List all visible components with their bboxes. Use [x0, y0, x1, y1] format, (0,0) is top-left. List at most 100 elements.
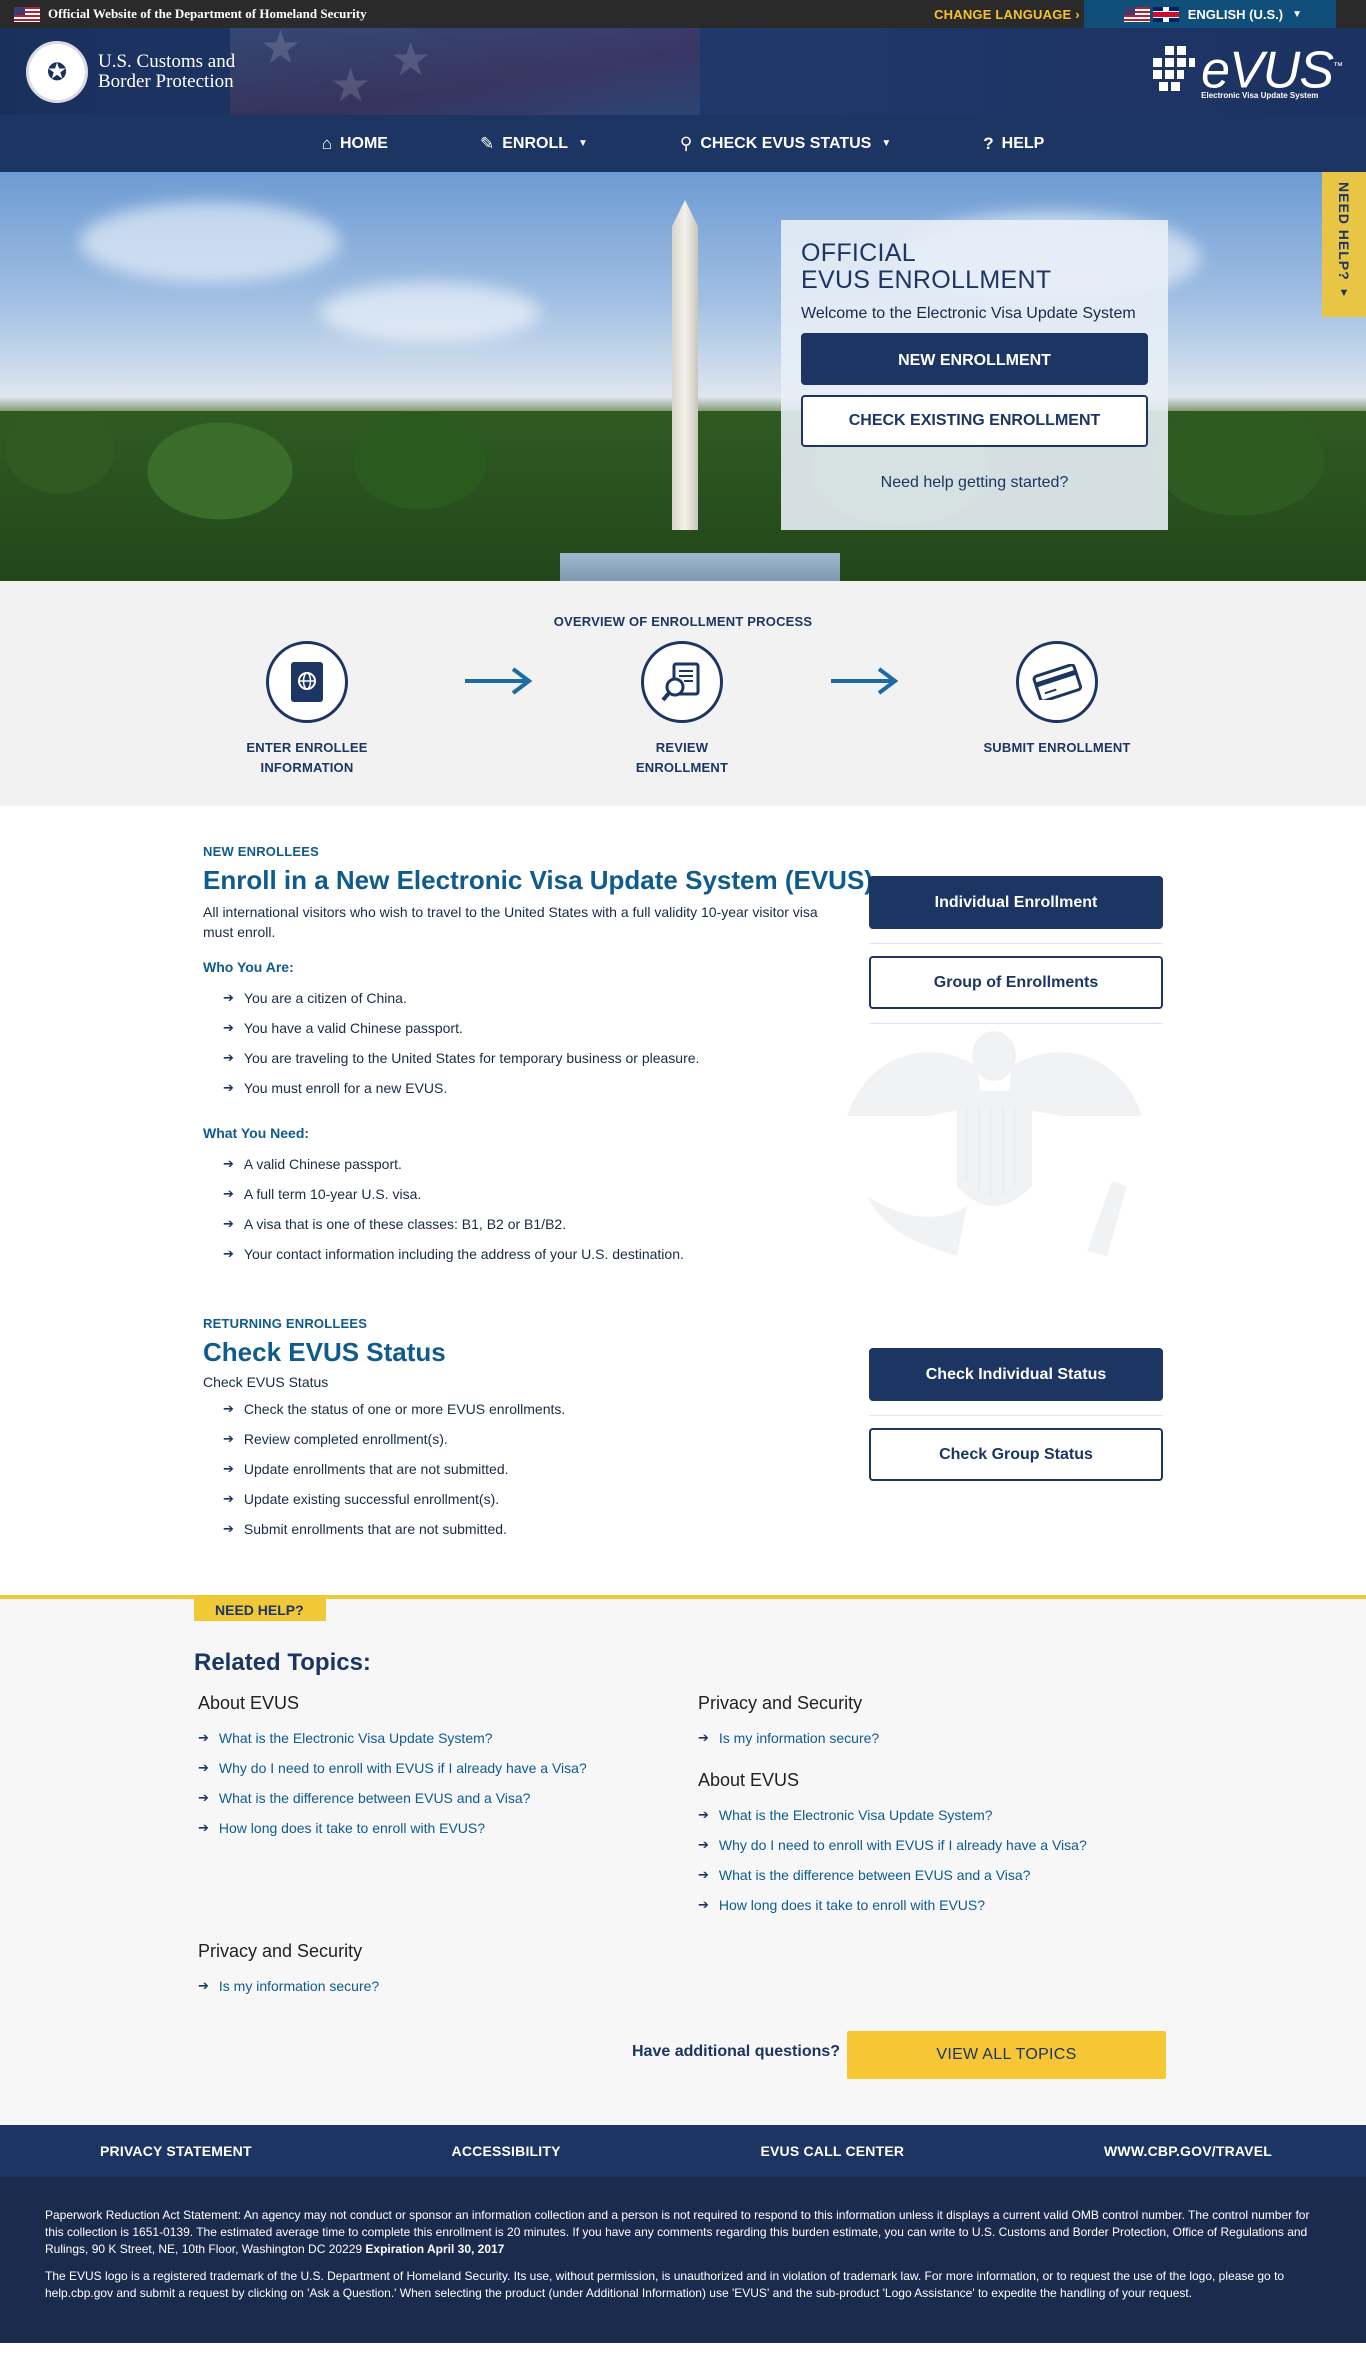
main-nav: ⌂ HOME ✎ ENROLL ▼ ⚲ CHECK EVUS STATUS ▼ …	[0, 115, 1366, 172]
official-site-label: Official Website of the Department of Ho…	[14, 6, 367, 22]
arrow-right-icon: ➔	[223, 1246, 234, 1261]
topic-link[interactable]: ➔ How long does it take to enroll with EV…	[698, 1890, 1138, 1920]
returning-enrollees-eyebrow: RETURNING ENROLLEES	[203, 1316, 368, 1331]
search-icon: ⚲	[679, 133, 693, 153]
uk-flag-icon	[1152, 6, 1179, 22]
individual-enrollment-button[interactable]: Individual Enrollment	[869, 876, 1163, 929]
step-label: SUBMIT ENROLLMENT	[983, 740, 1131, 755]
returning-enrollees-section: RETURNING ENROLLEES Check EVUS Status Ch…	[0, 1316, 1366, 1595]
footer-accessibility-link[interactable]: ACCESSIBILITY	[452, 2143, 561, 2159]
arrow-right-icon: ➔	[198, 1790, 209, 1805]
topic-link[interactable]: ➔ What is the difference between EVUS and…	[698, 1860, 1138, 1890]
what-you-need-list: ➔ A valid Chinese passport. ➔ A full term …	[203, 1149, 1366, 1269]
divider	[869, 1023, 1163, 1024]
check-existing-enrollment-button[interactable]: CHECK EXISTING ENROLLMENT	[801, 395, 1148, 447]
need-help-tab[interactable]: NEED HELP? ▼	[1322, 172, 1366, 317]
change-language-text: CHANGE LANGUAGE	[934, 6, 1072, 22]
change-language-link[interactable]: CHANGE LANGUAGE ›	[934, 7, 1084, 22]
topic-link[interactable]: ➔ Is my information secure?	[698, 1723, 1138, 1753]
arrow-right-icon	[831, 667, 899, 695]
arrow-right-icon: ➔	[223, 1186, 234, 1201]
topic-link[interactable]: ➔ How long does it take to enroll with EV…	[198, 1813, 638, 1843]
star-icon: ★	[260, 28, 302, 73]
step-label: ENTER ENROLLEE INFORMATION	[246, 740, 368, 775]
nav-home-label: HOME	[339, 134, 388, 152]
new-enrollment-button[interactable]: NEW ENROLLMENT	[801, 333, 1148, 385]
footer-call-center-link[interactable]: EVUS CALL CENTER	[760, 2143, 904, 2159]
agency-name: U.S. Customs and Border Protection	[98, 52, 235, 92]
list-item: ➔ A full term 10-year U.S. visa.	[223, 1179, 1366, 1209]
nav-home[interactable]: ⌂ HOME	[276, 134, 434, 154]
list-item: ➔ You are traveling to the United States …	[223, 1043, 1366, 1073]
help-getting-started-link[interactable]: Need help getting started?	[801, 474, 1148, 492]
topic-group-title: Privacy and Security	[198, 1941, 363, 1961]
us-flag-icon	[1123, 6, 1150, 22]
nav-check-status-label: CHECK EVUS STATUS	[700, 134, 872, 152]
check-individual-status-button[interactable]: Check Individual Status	[869, 1348, 1163, 1401]
footer-privacy-link[interactable]: PRIVACY STATEMENT	[100, 2143, 252, 2159]
step-label: REVIEW ENROLLMENT	[635, 740, 729, 775]
star-icon: ★	[330, 59, 372, 111]
need-help-tag: NEED HELP?	[194, 1599, 326, 1621]
change-language-arrow-icon: ›	[1075, 6, 1080, 22]
topics-privacy-security: Privacy and Security ➔ Is my information …	[698, 1693, 1138, 1753]
home-icon: ⌂	[321, 133, 332, 153]
language-value: ENGLISH (U.S.)	[1187, 6, 1284, 22]
paperwork-statement: Paperwork Reduction Act Statement: An ag…	[45, 2208, 1310, 2256]
returning-enrollees-lead: Check EVUS Status	[203, 1374, 329, 1390]
question-circle-icon: ?	[983, 133, 994, 153]
list-item: ➔ Update existing successful enrollment(s…	[223, 1484, 1366, 1514]
cbp-logo[interactable]: ✪ U.S. Customs and Border Protection	[26, 41, 235, 103]
topics-about-evus-secondary: About EVUS ➔ What is the Electronic Visa …	[698, 1770, 1138, 1920]
topic-link[interactable]: ➔ Why do I need to enroll with EVUS if I …	[698, 1830, 1138, 1860]
arrow-right-icon: ➔	[198, 1730, 209, 1745]
arrow-right-icon: ➔	[698, 1867, 709, 1882]
enrollment-card: OFFICIAL EVUS ENROLLMENT Welcome to the …	[781, 220, 1168, 530]
evus-globe-icon	[1145, 40, 1197, 102]
new-enrollees-section: NEW ENROLLEES Enroll in a New Electronic…	[0, 806, 1366, 1316]
footer-links: PRIVACY STATEMENT ACCESSIBILITY EVUS CAL…	[0, 2125, 1366, 2177]
arrow-right-icon: ➔	[223, 1521, 234, 1536]
new-enrollees-title: Enroll in a New Electronic Visa Update S…	[203, 865, 873, 895]
triangle-down-icon: ▼	[1338, 286, 1350, 299]
enrollment-overview: OVERVIEW OF ENROLLMENT PROCESS ENTER ENR…	[0, 581, 1366, 806]
nav-help[interactable]: ? HELP	[937, 134, 1090, 154]
arrow-right-icon: ➔	[223, 1491, 234, 1506]
official-site-text: Official Website of the Department of Ho…	[48, 6, 367, 21]
topics-privacy-security-secondary: Privacy and Security ➔ Is my information …	[198, 1941, 638, 2001]
check-group-status-button[interactable]: Check Group Status	[869, 1428, 1163, 1481]
arrow-right-icon: ➔	[223, 1156, 234, 1171]
topic-group-title: Privacy and Security	[698, 1693, 863, 1713]
need-help-tab-label: NEED HELP?	[1336, 182, 1352, 281]
agency-name-line1: U.S. Customs and	[98, 51, 236, 72]
arrow-right-icon: ➔	[698, 1897, 709, 1912]
who-you-are-list: ➔ You are a citizen of China. ➔ You have a…	[203, 983, 1366, 1103]
star-icon: ★	[390, 33, 432, 85]
chevron-down-icon: ▼	[1292, 8, 1302, 20]
footer-cbp-travel-link[interactable]: WWW.CBP.GOV/TRAVEL	[1104, 2143, 1272, 2159]
topic-group-title: About EVUS	[198, 1693, 300, 1713]
credit-card-icon	[1016, 641, 1098, 723]
nav-enroll[interactable]: ✎ ENROLL ▼	[434, 134, 634, 154]
eagle-seal-watermark	[847, 1031, 1142, 1256]
arrow-right-icon: ➔	[223, 1020, 234, 1035]
divider	[869, 943, 1163, 944]
evus-logo[interactable]: eVUS™ Electronic Visa Update System	[1145, 40, 1343, 102]
group-enrollment-button[interactable]: Group of Enrollments	[869, 956, 1163, 1009]
topic-link[interactable]: ➔ Why do I need to enroll with EVUS if I …	[198, 1753, 638, 1783]
returning-enrollees-title: Check EVUS Status	[203, 1337, 446, 1367]
topic-link[interactable]: ➔ What is the Electronic Visa Update Syst…	[198, 1723, 638, 1753]
list-item: ➔ Submit enrollments that are not submitt…	[223, 1514, 1366, 1544]
evus-wordmark: eVUS™	[1201, 41, 1343, 100]
topic-link[interactable]: ➔ Is my information secure?	[198, 1971, 638, 2001]
view-all-topics-button[interactable]: VIEW ALL TOPICS	[847, 2031, 1166, 2079]
nav-enroll-label: ENROLL	[502, 134, 568, 152]
topic-link[interactable]: ➔ What is the difference between EVUS and…	[198, 1783, 638, 1813]
topic-link[interactable]: ➔ What is the Electronic Visa Update Syst…	[698, 1800, 1138, 1830]
passport-icon	[266, 641, 348, 723]
nav-check-status[interactable]: ⚲ CHECK EVUS STATUS ▼	[634, 134, 937, 154]
language-select[interactable]: ENGLISH (U.S.) ▼	[1083, 0, 1336, 28]
arrow-right-icon: ➔	[198, 1978, 209, 1993]
new-enrollees-eyebrow: NEW ENROLLEES	[203, 844, 319, 859]
topics-about-evus: About EVUS ➔ What is the Electronic Visa …	[198, 1693, 638, 1843]
